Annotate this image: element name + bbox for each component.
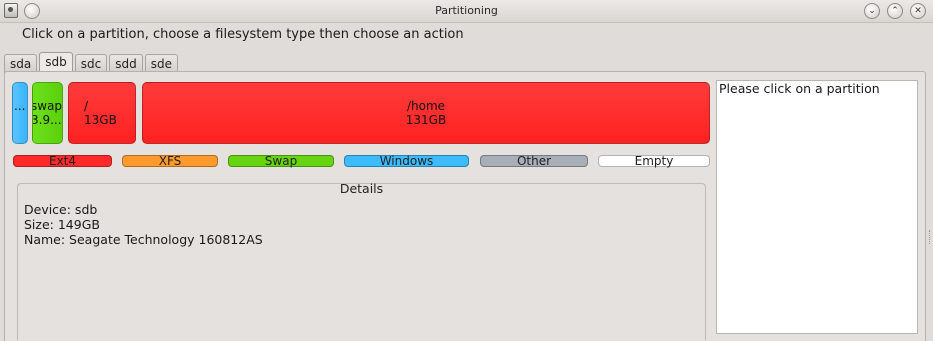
details-group bbox=[17, 183, 706, 340]
partition-size: 13GB bbox=[84, 113, 117, 127]
tab-sdb[interactable]: sdb bbox=[39, 52, 73, 73]
legend-xfs: XFS bbox=[122, 155, 218, 167]
close-button[interactable]: ✕ bbox=[910, 3, 926, 19]
partition-label: / bbox=[84, 99, 89, 113]
instruction-text: Click on a partition, choose a filesyste… bbox=[22, 27, 464, 42]
legend-other: Other bbox=[480, 155, 588, 167]
legend-swap: Swap bbox=[228, 155, 334, 167]
disk-name-value: Name: Seagate Technology 160812AS bbox=[24, 232, 263, 247]
partition-swap[interactable]: swap 3.9... bbox=[32, 82, 63, 144]
legend-empty: Empty bbox=[598, 155, 710, 167]
resize-grip[interactable] bbox=[929, 230, 932, 244]
device-value: Device: sdb bbox=[24, 202, 98, 217]
partition-size: 3.9... bbox=[32, 113, 62, 127]
maximize-button[interactable]: ⌃ bbox=[887, 3, 903, 19]
window-title: Partitioning bbox=[435, 4, 498, 17]
partition-home[interactable]: /home 131GB bbox=[142, 82, 710, 144]
partition-size: 131GB bbox=[405, 113, 447, 127]
partition-label: /home bbox=[406, 99, 446, 113]
title-bar: Partitioning ⌄ ⌃ ✕ bbox=[0, 0, 933, 23]
size-value: Size: 149GB bbox=[24, 217, 100, 232]
partition-label: ... bbox=[14, 99, 26, 113]
partition-label: swap bbox=[32, 99, 63, 113]
minimize-button[interactable]: ⌄ bbox=[864, 3, 880, 19]
partition-windows[interactable]: ... bbox=[12, 82, 28, 144]
details-title: Details bbox=[339, 181, 384, 196]
legend-ext4: Ext4 bbox=[13, 155, 112, 167]
info-text: Please click on a partition bbox=[719, 81, 880, 96]
partition-info-box: Please click on a partition bbox=[716, 80, 918, 334]
legend-windows: Windows bbox=[344, 155, 469, 167]
partition-root[interactable]: / 13GB bbox=[68, 82, 136, 144]
disk-tabs: sda sdb sdc sdd sde bbox=[4, 52, 180, 73]
